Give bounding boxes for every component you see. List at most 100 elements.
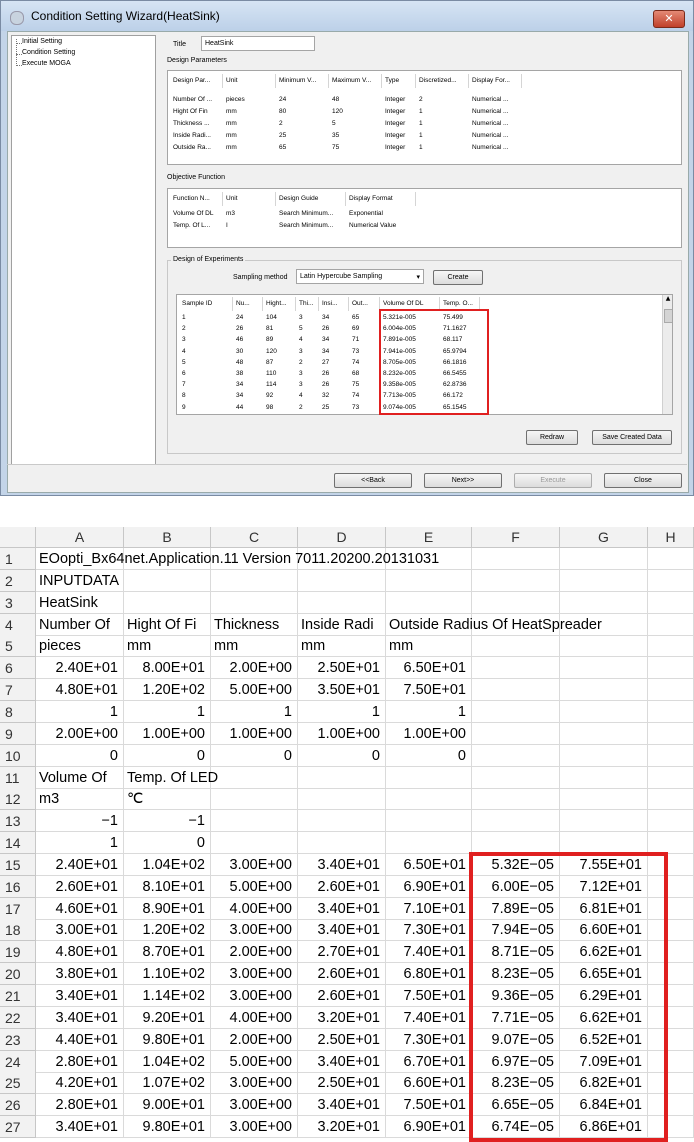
- row-header[interactable]: 8: [0, 700, 36, 723]
- scrollbar-thumb[interactable]: [664, 309, 672, 323]
- row-header[interactable]: 5: [0, 635, 36, 658]
- sample-header-cell[interactable]: Thi...: [296, 297, 319, 311]
- design-parameter-row[interactable]: Hight Of Fin mm 80 120 Integer 1 Numerical ...: [168, 106, 681, 118]
- design-parameter-row[interactable]: Thickness ... mm 2 5 Integer 1 Numerical ...: [168, 118, 681, 130]
- row-header[interactable]: 1: [0, 548, 36, 570]
- column-header-b[interactable]: B: [124, 527, 211, 548]
- sheet-cell[interactable]: [648, 679, 694, 702]
- row-header[interactable]: 11: [0, 766, 36, 789]
- design-parameter-row[interactable]: Outside Ra... mm 65 75 Integer 1 Numerical ...: [168, 142, 681, 154]
- sheet-cell[interactable]: [472, 744, 560, 767]
- sheet-cell[interactable]: [560, 788, 648, 811]
- sheet-cell[interactable]: [386, 810, 472, 833]
- objective-row[interactable]: Temp. Of L... I Search Minimum... Numerical…: [168, 220, 681, 232]
- sheet-cell[interactable]: [472, 810, 560, 833]
- sheet-cell[interactable]: [386, 569, 472, 592]
- objective-header-cell[interactable]: Display Format: [346, 192, 416, 206]
- objective-header-cell[interactable]: Unit: [223, 192, 276, 206]
- row-header[interactable]: 12: [0, 788, 36, 811]
- objective-header-cell[interactable]: Function N...: [170, 192, 223, 206]
- design-parameter-header-cell[interactable]: Unit: [223, 74, 276, 88]
- sheet-cell[interactable]: [560, 548, 648, 570]
- sheet-cell[interactable]: [298, 832, 386, 855]
- sheet-cell[interactable]: [124, 569, 211, 592]
- row-header[interactable]: 18: [0, 919, 36, 942]
- sheet-cell[interactable]: [298, 810, 386, 833]
- sheet-cell[interactable]: [648, 591, 694, 614]
- tree-item-execute-moga[interactable]: Execute MOGA: [22, 60, 71, 67]
- sheet-cell[interactable]: [211, 810, 298, 833]
- column-header-c[interactable]: C: [211, 527, 298, 548]
- design-parameter-header-cell[interactable]: Maximum V...: [329, 74, 382, 88]
- sheet-cell[interactable]: [648, 657, 694, 680]
- sheet-cell[interactable]: [124, 591, 211, 614]
- sheet-cell[interactable]: [298, 591, 386, 614]
- column-header-h[interactable]: H: [648, 527, 694, 548]
- row-header[interactable]: 9: [0, 722, 36, 745]
- sheet-cell[interactable]: [472, 548, 560, 570]
- title-bar[interactable]: Condition Setting Wizard(HeatSink) ✕: [1, 1, 693, 31]
- row-header[interactable]: 25: [0, 1072, 36, 1095]
- sample-header-cell[interactable]: Hight...: [263, 297, 296, 311]
- row-header[interactable]: 6: [0, 657, 36, 680]
- sheet-cell[interactable]: [298, 766, 386, 789]
- sheet-cell[interactable]: [560, 657, 648, 680]
- redraw-button[interactable]: Redraw: [526, 430, 578, 445]
- sheet-cell[interactable]: [648, 635, 694, 658]
- sheet-cell[interactable]: [211, 832, 298, 855]
- design-parameters-table[interactable]: Design Par... Unit Minimum V... Maximum V..…: [167, 70, 682, 165]
- row-header[interactable]: 26: [0, 1094, 36, 1117]
- design-parameter-header-cell[interactable]: Type: [382, 74, 416, 88]
- sheet-cell[interactable]: [472, 679, 560, 702]
- objective-function-table[interactable]: Function N... Unit Design Guide Display For…: [167, 188, 682, 248]
- sheet-cell[interactable]: [560, 744, 648, 767]
- sheet-cell[interactable]: [560, 810, 648, 833]
- close-button[interactable]: Close: [604, 473, 682, 488]
- row-header[interactable]: 23: [0, 1028, 36, 1051]
- next-button[interactable]: Next>>: [424, 473, 502, 488]
- row-header[interactable]: 3: [0, 591, 36, 614]
- row-header[interactable]: 4: [0, 613, 36, 636]
- design-parameter-header-cell[interactable]: Design Par...: [170, 74, 223, 88]
- objective-row[interactable]: Volume Of DL m3 Search Minimum... Exponenti…: [168, 208, 681, 220]
- sheet-cell[interactable]: [211, 591, 298, 614]
- sheet-cell[interactable]: [648, 766, 694, 789]
- row-header[interactable]: 14: [0, 832, 36, 855]
- sheet-cell[interactable]: [560, 832, 648, 855]
- sheet-cell[interactable]: [211, 788, 298, 811]
- column-header-g[interactable]: G: [560, 527, 648, 548]
- scroll-up-icon[interactable]: ▲: [664, 295, 672, 303]
- objective-header-cell[interactable]: Design Guide: [276, 192, 346, 206]
- samples-scrollbar[interactable]: ▲: [662, 295, 672, 414]
- sheet-cell[interactable]: [472, 700, 560, 723]
- sample-header-cell[interactable]: Out...: [349, 297, 380, 311]
- row-header[interactable]: 22: [0, 1006, 36, 1029]
- sheet-cell[interactable]: [648, 722, 694, 745]
- column-header-f[interactable]: F: [472, 527, 560, 548]
- row-header[interactable]: 21: [0, 985, 36, 1007]
- row-header[interactable]: 10: [0, 744, 36, 767]
- sheet-cell[interactable]: [648, 832, 694, 855]
- sheet-cell[interactable]: [648, 744, 694, 767]
- sheet-cell[interactable]: [560, 722, 648, 745]
- sheet-cell[interactable]: [560, 591, 648, 614]
- sheet-cell[interactable]: [560, 569, 648, 592]
- back-button[interactable]: <<Back: [334, 473, 412, 488]
- design-parameter-header-cell[interactable]: Display For...: [469, 74, 522, 88]
- row-header[interactable]: 2: [0, 569, 36, 592]
- sheet-cell[interactable]: [560, 700, 648, 723]
- sample-header-cell[interactable]: Sample ID: [179, 297, 233, 311]
- save-created-data-button[interactable]: Save Created Data: [592, 430, 672, 445]
- sheet-cell[interactable]: [298, 569, 386, 592]
- execute-button[interactable]: Execute: [514, 473, 592, 488]
- sheet-cell[interactable]: [211, 766, 298, 789]
- sheet-cell[interactable]: [472, 788, 560, 811]
- sample-header-cell[interactable]: Insi...: [319, 297, 349, 311]
- sheet-cell[interactable]: [560, 635, 648, 658]
- row-header[interactable]: 13: [0, 810, 36, 833]
- sheet-cell[interactable]: [648, 548, 694, 570]
- sample-header-cell[interactable]: Nu...: [233, 297, 263, 311]
- row-header[interactable]: 19: [0, 941, 36, 964]
- sheet-cell[interactable]: [298, 788, 386, 811]
- window-close-button[interactable]: ✕: [653, 10, 685, 28]
